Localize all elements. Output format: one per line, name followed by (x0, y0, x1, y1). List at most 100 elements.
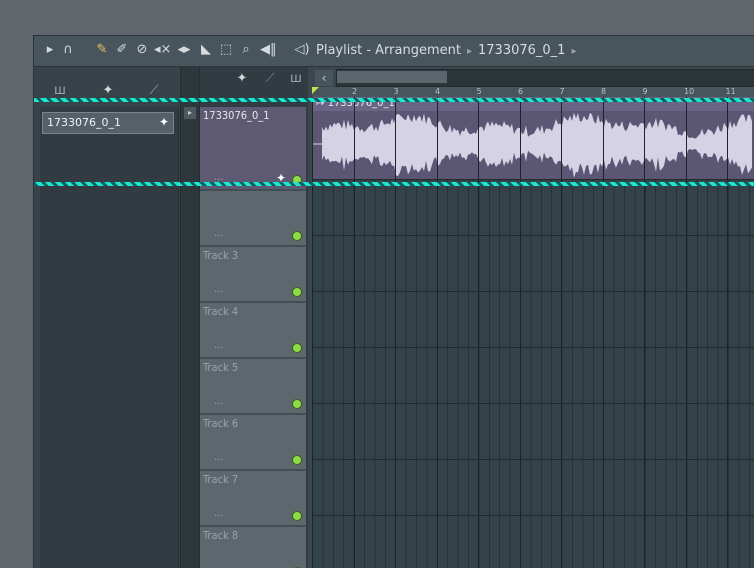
scroll-left-icon[interactable]: ‹ (315, 70, 333, 86)
track-enable-led[interactable] (292, 455, 302, 465)
scroll-handle-icon[interactable]: ▸ (184, 107, 196, 119)
track-row[interactable]: Track 7 ... (200, 471, 306, 527)
track-row[interactable]: Track 5 ... (200, 359, 306, 415)
playlist-toolbar: ▸ ∩ ✎ ✐ ⊘ ◂× ◂▸ ◣ ⬚ ⌕ ◀‖ ◁) Playlist - A… (34, 36, 754, 67)
picker-scrollbar[interactable]: ▸ (180, 67, 200, 568)
clip-waveform (312, 112, 752, 177)
ruler-tick: 5 (476, 87, 482, 96)
grid-bar-line (436, 97, 438, 568)
track-enable-led[interactable] (292, 343, 302, 353)
pattern-list: 1733076_0_1 ✦ (40, 107, 179, 568)
ruler-tick: 3 (393, 87, 399, 96)
track-row[interactable]: ... (200, 191, 306, 247)
grid-track-separator (312, 291, 754, 292)
track-menu[interactable]: ... (214, 340, 224, 351)
select-icon[interactable]: ⬚ (218, 42, 234, 58)
grid-track-separator (312, 459, 754, 460)
track-row[interactable]: 1733076_0_1 ✦ ... (200, 107, 306, 191)
grid-track-separator (312, 403, 754, 404)
track-name: 1733076_0_1 (203, 109, 270, 122)
grid-track-separator (312, 179, 754, 180)
track-enable-led[interactable] (292, 175, 302, 185)
speaker-icon[interactable]: ◁) (294, 42, 310, 58)
horizontal-scrollbar[interactable]: ‹ (315, 69, 754, 87)
pattern-item-label: 1733076_0_1 (47, 116, 121, 129)
piano-icon[interactable]: ш (288, 71, 304, 87)
track-name: Track 8 (203, 529, 239, 542)
picker-panel: ш ✦ ⟋ 1733076_0_1 ✦ (34, 67, 180, 568)
arrow-right-icon[interactable]: ▸ (42, 42, 58, 58)
grid-track-separator (312, 235, 754, 236)
grid-bar-line (519, 97, 521, 568)
automation-icon[interactable]: ⟋ (146, 83, 162, 99)
track-menu[interactable]: ... (214, 396, 224, 407)
grid-bar-line (685, 97, 687, 568)
track-name: Track 7 (203, 473, 239, 486)
track-menu[interactable]: ... (214, 564, 224, 568)
pencil-icon[interactable]: ✎ (94, 42, 110, 58)
track-name: Track 5 (203, 361, 239, 374)
track-row[interactable]: Track 6 ... (200, 415, 306, 471)
grid-bar-line (353, 97, 355, 568)
grid-bar-line (312, 97, 313, 568)
track-menu[interactable]: ... (214, 452, 224, 463)
ruler-tick: 10 (684, 87, 695, 96)
playback-icon[interactable]: ◀‖ (260, 42, 277, 58)
ruler-tick: 11 (725, 87, 736, 96)
grid-bar-line (561, 97, 562, 568)
audio-clip[interactable]: ↦ 1733076_0_1 (312, 97, 754, 180)
track-headers: ✦ ⟋ ш 1733076_0_1 ✦ ... ... Track 3 ... … (200, 67, 308, 568)
timeline-header: ‹ 2 3 4 5 6 7 8 9 10 11 (312, 67, 754, 97)
ruler-tick: 7 (559, 87, 565, 96)
grid-bar-line (727, 97, 728, 568)
timeline-ruler[interactable]: 2 3 4 5 6 7 8 9 10 11 (312, 87, 754, 97)
grid-track-separator (312, 515, 754, 516)
track-enable-led[interactable] (292, 231, 302, 241)
picker-tabs: ш ✦ ⟋ (34, 67, 180, 99)
audio-wave-icon[interactable]: ✦ (234, 71, 250, 87)
track-name: Track 6 (203, 417, 239, 430)
clip-label: 1733076_0_1 (327, 98, 395, 109)
track-enable-led[interactable] (292, 399, 302, 409)
track-menu[interactable]: ... (214, 284, 224, 295)
slice-icon[interactable]: ◣ (198, 42, 214, 58)
breadcrumb-separator-icon: ▸ (466, 46, 472, 57)
track-enable-led[interactable] (292, 287, 302, 297)
track-row[interactable]: Track 8 ... (200, 527, 306, 568)
track-row[interactable]: Track 4 ... (200, 303, 306, 359)
zoom-icon[interactable]: ⌕ (238, 42, 254, 58)
automation-icon[interactable]: ⟋ (262, 71, 278, 87)
track-name: Track 4 (203, 305, 239, 318)
track-name: Track 3 (203, 249, 239, 262)
paint-icon[interactable]: ✐ (114, 42, 130, 58)
slip-icon[interactable]: ◂▸ (176, 42, 192, 58)
window-title: Playlist - Arrangement ▸ 1733076_0_1 ▸ (316, 43, 582, 58)
mute-icon[interactable]: ◂× (154, 42, 171, 58)
track-menu[interactable]: ... (214, 172, 224, 183)
audio-wave-icon[interactable]: ✦ (100, 83, 116, 99)
breadcrumb-arrow-icon[interactable]: ▸ (571, 46, 576, 57)
grid-bar-line (478, 97, 479, 568)
track-menu[interactable]: ... (214, 228, 224, 239)
ruler-tick: 6 (518, 87, 524, 96)
grid-bar-line (602, 97, 604, 568)
audio-wave-icon: ✦ (158, 115, 169, 129)
pattern-item[interactable]: 1733076_0_1 ✦ (42, 112, 174, 134)
track-row[interactable]: Track 3 ... (200, 247, 306, 303)
grid-bar-line (644, 97, 645, 568)
scrollbar-thumb[interactable] (337, 71, 447, 83)
grid-bar-line (395, 97, 396, 568)
clip-header[interactable]: ↦ 1733076_0_1 (312, 97, 754, 111)
title-text: Playlist - Arrangement (316, 43, 461, 58)
magnet-icon[interactable]: ∩ (60, 42, 76, 58)
arrangement-grid[interactable]: ↦ 1733076_0_1 (312, 97, 754, 568)
playlist-window: ▸ ∩ ✎ ✐ ⊘ ◂× ◂▸ ◣ ⬚ ⌕ ◀‖ ◁) Playlist - A… (33, 35, 754, 568)
delete-icon[interactable]: ⊘ (134, 42, 150, 58)
piano-icon[interactable]: ш (52, 83, 68, 99)
clip-arrow-icon: ↦ (316, 98, 328, 109)
ruler-tick: 9 (642, 87, 648, 96)
track-menu[interactable]: ... (214, 508, 224, 519)
playhead-marker-icon[interactable] (312, 87, 319, 94)
track-enable-led[interactable] (292, 511, 302, 521)
breadcrumb-pattern[interactable]: 1733076_0_1 (478, 43, 565, 58)
